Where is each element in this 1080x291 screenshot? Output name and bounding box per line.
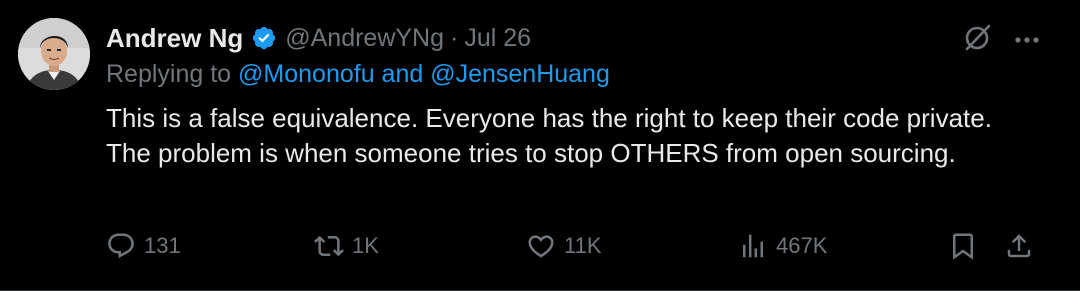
replying-to: Replying to @Mononofu and @JensenHuang (106, 60, 610, 89)
tweet-date[interactable]: Jul 26 (464, 24, 531, 53)
repost-count: 1K (352, 233, 379, 258)
action-bar: 131 1K 11K 467K (106, 228, 1046, 264)
bookmark-button[interactable] (948, 228, 978, 264)
author-name[interactable]: Andrew Ng (106, 23, 243, 54)
avatar[interactable] (18, 18, 90, 90)
tweet-text: This is a false equivalence. Everyone ha… (106, 103, 992, 168)
avatar-image (18, 18, 90, 90)
repost-icon (314, 231, 344, 261)
tweet[interactable]: Andrew Ng @AndrewYNg · Jul 26 Replying t… (0, 0, 1080, 291)
like-count: 11K (564, 233, 602, 258)
more-icon[interactable] (1014, 31, 1040, 49)
views-icon (738, 231, 768, 261)
repost-button[interactable]: 1K (314, 228, 379, 264)
tweet-header: Andrew Ng @AndrewYNg · Jul 26 (106, 20, 531, 56)
replying-mentions[interactable]: @Mononofu and @JensenHuang (238, 60, 610, 88)
views-button[interactable]: 467K (738, 228, 827, 264)
heart-icon (526, 231, 556, 261)
author-handle[interactable]: @AndrewYNg (285, 24, 444, 53)
views-count: 467K (776, 233, 828, 258)
like-button[interactable]: 11K (526, 228, 602, 264)
bookmark-icon (948, 231, 978, 261)
top-actions (962, 22, 1040, 57)
grok-icon[interactable] (962, 22, 992, 57)
verified-badge-icon (251, 25, 277, 51)
separator-dot: · (450, 23, 459, 52)
reply-icon (106, 231, 136, 261)
share-icon (1004, 231, 1034, 261)
share-button[interactable] (1004, 228, 1034, 264)
reply-count: 131 (144, 233, 181, 258)
reply-button[interactable]: 131 (106, 228, 181, 264)
replying-prefix: Replying to (106, 60, 239, 88)
